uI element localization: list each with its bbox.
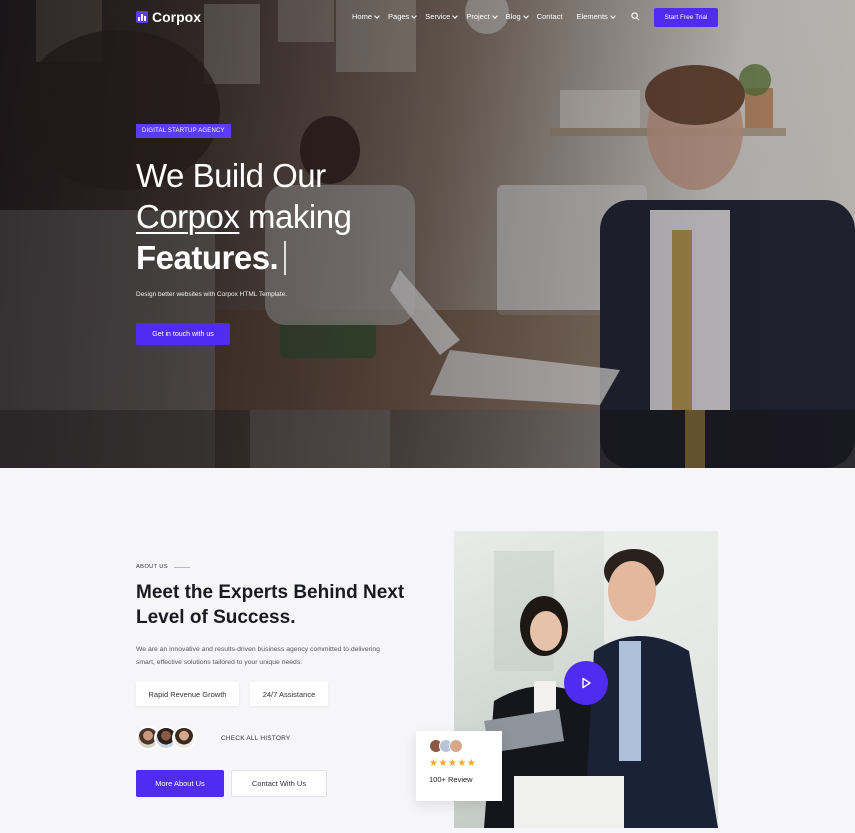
check-all-history-link[interactable]: CHECK ALL HISTORY <box>221 735 290 742</box>
nav-item-pages[interactable]: Pages <box>388 12 418 21</box>
chevron-down-icon <box>609 12 616 19</box>
rating-stars: ★★★★★ <box>429 758 477 769</box>
hero-title-line3: Features. <box>136 237 351 278</box>
hero-title-line3-text: Features. <box>136 239 279 276</box>
nav-item-service[interactable]: Service <box>425 12 459 21</box>
play-video-button[interactable] <box>564 661 608 705</box>
nav-label: Contact <box>536 12 563 21</box>
nav-item-blog[interactable]: Blog <box>505 12 529 21</box>
hero-bottom-band <box>0 410 855 468</box>
nav-item-home[interactable]: Home <box>352 12 380 21</box>
hero-title-line2-rest: making <box>239 198 352 235</box>
label-dash <box>173 566 190 568</box>
chevron-down-icon <box>411 12 418 19</box>
logo-bars-icon <box>136 11 148 23</box>
nav-label: Pages <box>388 12 410 21</box>
contact-with-us-button[interactable]: Contact With Us <box>231 770 327 797</box>
chevron-down-icon <box>452 12 459 19</box>
site-logo[interactable]: Corpox <box>136 9 201 25</box>
hero-dark-overlay <box>0 0 855 468</box>
typing-cursor <box>284 241 286 275</box>
avatar <box>449 739 463 753</box>
main-navigation: Corpox Home Pages Service Project Blog C… <box>0 0 855 36</box>
search-icon[interactable] <box>631 12 640 21</box>
about-label-text: ABOUT US <box>136 564 168 570</box>
about-label: ABOUT US <box>136 564 190 570</box>
start-free-trial-button[interactable]: Start Free Trial <box>654 8 718 27</box>
nav-item-project[interactable]: Project <box>466 12 498 21</box>
avatar <box>172 726 196 750</box>
rapid-revenue-growth-pill: Rapid Revenue Growth <box>136 682 239 706</box>
hero-title-line2: Corpox making <box>136 196 352 237</box>
review-avatars <box>429 739 502 753</box>
nav-label: Service <box>425 12 451 21</box>
about-title: Meet the Experts Behind Next Level of Su… <box>136 582 405 628</box>
nav-item-contact[interactable]: Contact <box>537 12 563 21</box>
review-count: 100+ Review <box>429 775 473 784</box>
nav-label: Project <box>466 12 490 21</box>
nav-label: Home <box>352 12 373 21</box>
assistance-pill: 24/7 Assistance <box>250 682 328 706</box>
nav-links: Home Pages Service Project Blog Contact … <box>352 12 624 21</box>
review-card: ★★★★★ 100+ Review <box>416 731 502 801</box>
nav-item-elements[interactable]: Elements <box>576 12 616 21</box>
chevron-down-icon <box>374 12 380 19</box>
chevron-down-icon <box>491 12 498 19</box>
nav-label: Elements <box>576 12 608 21</box>
logo-text: Corpox <box>152 9 201 25</box>
team-avatars <box>136 726 196 750</box>
hero-badge: DIGITAL STARTUP AGENCY <box>136 124 231 138</box>
play-icon <box>582 677 591 689</box>
get-in-touch-button[interactable]: Get in touch with us <box>136 323 230 345</box>
hero-title-line1: We Build Our <box>136 157 326 194</box>
hero-subtitle: Design better websites with Corpox HTML … <box>136 291 288 298</box>
nav-label: Blog <box>505 12 521 21</box>
chevron-down-icon <box>522 12 529 19</box>
more-about-us-button[interactable]: More About Us <box>136 770 224 797</box>
hero-title-brand: Corpox <box>136 198 240 235</box>
hero-section <box>0 0 855 468</box>
hero-title: We Build Our Corpox making Features. <box>136 155 352 278</box>
about-description: We are an innovative and results-driven … <box>136 646 380 666</box>
